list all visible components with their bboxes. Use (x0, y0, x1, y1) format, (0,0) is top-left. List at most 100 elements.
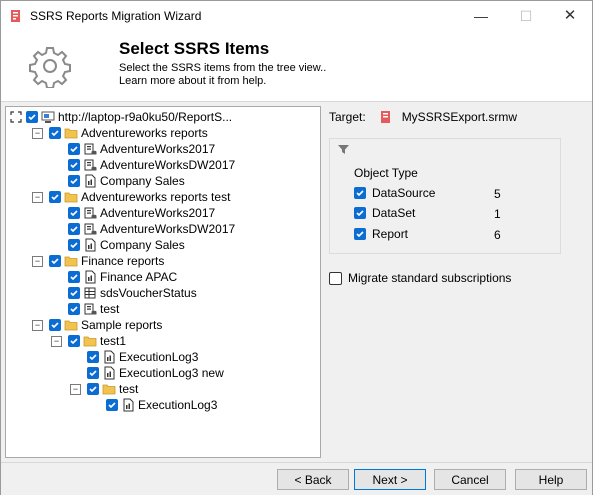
details-panel: Target: MySSRSExport.srmw Object Type Da… (329, 106, 591, 456)
help-button[interactable]: Help (515, 469, 587, 490)
folder-icon (64, 256, 78, 267)
checkbox[interactable] (354, 207, 366, 219)
tree-item-report[interactable]: Company Sales (68, 173, 185, 189)
report-icon (85, 270, 96, 284)
maximize-icon[interactable]: ☐ (504, 1, 548, 31)
checkbox[interactable] (87, 367, 99, 379)
tree-item-folder[interactable]: − Adventureworks reports (32, 125, 208, 141)
wizard-window: SSRS Reports Migration Wizard — ☐ ✕ Sele… (0, 0, 593, 495)
tree-item-folder[interactable]: − test (70, 381, 138, 397)
checkbox[interactable] (26, 111, 38, 123)
tree-item-label: Company Sales (100, 238, 185, 252)
report-icon (85, 174, 96, 188)
cancel-button[interactable]: Cancel (434, 469, 506, 490)
collapse-icon[interactable]: − (51, 335, 62, 347)
checkbox[interactable] (68, 303, 80, 315)
checkbox[interactable] (49, 127, 61, 139)
collapse-icon[interactable]: − (32, 319, 43, 331)
checkbox[interactable] (354, 187, 366, 199)
collapse-icon[interactable]: − (70, 383, 81, 395)
filter-row-report[interactable]: Report (354, 227, 408, 241)
tree-item-label: AdventureWorksDW2017 (100, 158, 236, 172)
tree-item-folder[interactable]: − Adventureworks reports test (32, 189, 230, 205)
tree-item-datasource[interactable]: AdventureWorks2017 (68, 205, 215, 221)
target-row: Target: MySSRSExport.srmw (329, 110, 517, 124)
checkbox[interactable] (68, 207, 80, 219)
filter-row-label: Report (372, 227, 409, 241)
tree-root[interactable]: http://laptop-r9a0ku50/ReportS... (10, 109, 232, 125)
checkbox[interactable] (68, 159, 80, 171)
tree-item-label: Finance APAC (100, 270, 178, 284)
checkbox[interactable] (49, 319, 61, 331)
checkbox[interactable] (49, 191, 61, 203)
tree-item-datasource[interactable]: test (68, 301, 119, 317)
checkbox[interactable] (68, 223, 80, 235)
report-icon (123, 398, 134, 412)
expand-all-icon[interactable] (10, 111, 22, 123)
checkbox[interactable] (68, 271, 80, 283)
tree-item-dataset[interactable]: sdsVoucherStatus (68, 285, 197, 301)
dataset-icon (84, 287, 96, 299)
tree-item-report[interactable]: ExecutionLog3 new (87, 365, 224, 381)
collapse-icon[interactable]: − (32, 191, 43, 203)
close-icon[interactable]: ✕ (548, 1, 592, 31)
checkbox[interactable] (68, 143, 80, 155)
filter-row-count: 6 (494, 228, 501, 242)
title-bar: SSRS Reports Migration Wizard — ☐ ✕ (1, 1, 592, 31)
tree-item-report[interactable]: Company Sales (68, 237, 185, 253)
tree-item-report[interactable]: ExecutionLog3 (106, 397, 217, 413)
migrate-subscriptions-option[interactable]: Migrate standard subscriptions (329, 271, 511, 285)
back-button[interactable]: < Back (277, 469, 349, 490)
filter-row-datasource[interactable]: DataSource (354, 186, 435, 200)
help-hint: Learn more about it from help. (119, 75, 267, 87)
tree-item-label: test (100, 302, 120, 316)
filter-row-dataset[interactable]: DataSet (354, 206, 415, 220)
gear-icon (29, 47, 71, 88)
checkbox[interactable] (68, 335, 80, 347)
report-icon (104, 366, 115, 380)
checkbox[interactable] (354, 228, 366, 240)
tree-item-folder[interactable]: − Sample reports (32, 317, 162, 333)
tree-item-label: ExecutionLog3 new (119, 366, 224, 380)
tree-item-label: sdsVoucherStatus (100, 286, 197, 300)
checkbox[interactable] (106, 399, 118, 411)
filter-row-label: DataSource (372, 186, 436, 200)
filter-heading: Object Type (354, 166, 418, 180)
tree-item-label: Adventureworks reports test (81, 190, 231, 204)
collapse-icon[interactable]: − (32, 255, 43, 267)
checkbox[interactable] (87, 351, 99, 363)
tree-item-folder[interactable]: − test1 (51, 333, 126, 349)
datasource-icon (84, 159, 97, 171)
collapse-icon[interactable]: − (32, 127, 43, 139)
checkbox[interactable] (87, 383, 99, 395)
tree-item-report[interactable]: Finance APAC (68, 269, 177, 285)
tree-item-folder[interactable]: − Finance reports (32, 253, 164, 269)
checkbox[interactable] (49, 255, 61, 267)
next-button[interactable]: Next > (354, 469, 426, 490)
tree-item-label: ExecutionLog3 (119, 350, 199, 364)
ssrs-tree-view[interactable]: http://laptop-r9a0ku50/ReportS... − Adven… (5, 106, 321, 458)
filter-icon[interactable] (338, 144, 349, 155)
datasource-icon (84, 143, 97, 155)
migrate-subscriptions-checkbox[interactable] (329, 271, 342, 285)
window-title: SSRS Reports Migration Wizard (30, 9, 202, 23)
wizard-footer: < Back Next > Cancel Help (1, 462, 592, 495)
minimize-icon[interactable]: — (459, 1, 503, 31)
checkbox[interactable] (68, 175, 80, 187)
tree-item-label: ExecutionLog3 (138, 398, 218, 412)
tree-item-report[interactable]: ExecutionLog3 (87, 349, 198, 365)
migrate-subscriptions-label: Migrate standard subscriptions (348, 271, 512, 285)
checkbox[interactable] (68, 287, 80, 299)
tree-item-label: Finance reports (81, 254, 165, 268)
tree-item-label: AdventureWorks2017 (100, 142, 216, 156)
tree-item-label: test (119, 382, 139, 396)
checkbox[interactable] (68, 239, 80, 251)
target-file[interactable]: MySSRSExport.srmw (402, 110, 517, 124)
tree-item-datasource[interactable]: AdventureWorks2017 (68, 141, 215, 157)
tree-item-datasource[interactable]: AdventureWorksDW2017 (68, 221, 235, 237)
tree-item-datasource[interactable]: AdventureWorksDW2017 (68, 157, 235, 173)
object-type-filter: Object Type DataSource 5 DataSet 1 Repor… (329, 138, 561, 254)
report-icon (104, 350, 115, 364)
filter-row-count: 5 (494, 187, 501, 201)
datasource-icon (84, 303, 97, 315)
